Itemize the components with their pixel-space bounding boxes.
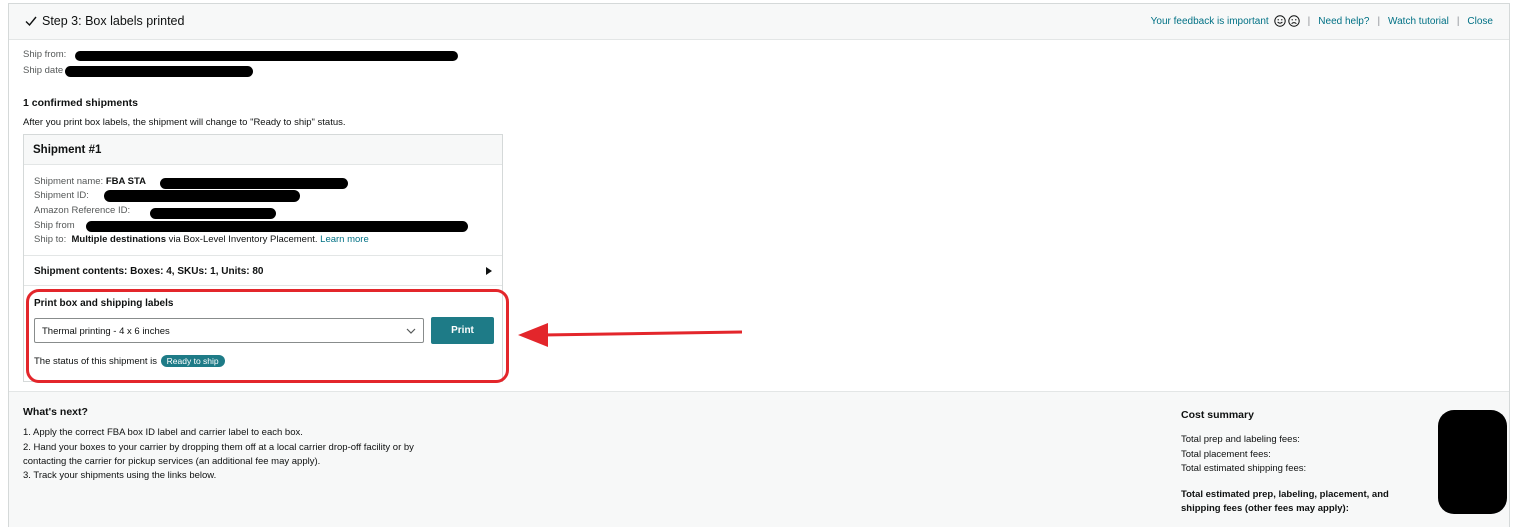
cost-item: Total estimated shipping fees: — [1181, 463, 1307, 474]
shipment-card-header: Shipment #1 — [24, 135, 502, 165]
whats-next-footer: What's next? 1. Apply the correct FBA bo… — [9, 391, 1509, 527]
redacted-ship-from — [75, 51, 458, 61]
shipment-heading: Shipment #1 — [33, 144, 102, 156]
ship-to-row: Ship to: Multiple destinations via Box-L… — [34, 234, 369, 245]
checkmark-icon — [25, 16, 37, 27]
header-links: Your feedback is important | Need help? … — [1151, 15, 1493, 27]
next-step-item: contacting the carrier for pickup servic… — [23, 456, 321, 467]
learn-more-link[interactable]: Learn more — [320, 234, 369, 245]
feedback-faces — [1273, 15, 1300, 27]
step-header: Step 3: Box labels printed Your feedback… — [9, 4, 1509, 40]
workflow-panel: Step 3: Box labels printed Your feedback… — [8, 3, 1510, 527]
cost-item: Total placement fees: — [1181, 449, 1271, 460]
shipment-name-value: FBA STA — [105, 176, 146, 187]
step-title: Step 3: Box labels printed — [42, 14, 185, 28]
ship-to-value: Multiple destinations — [71, 234, 166, 245]
redacted-shipment-id — [104, 190, 300, 202]
link-separator: | — [1377, 15, 1381, 27]
shipment-name-label: Shipment name: — [34, 176, 104, 187]
reference-id-row: Amazon Reference ID: — [34, 205, 130, 216]
cost-item: Total prep and labeling fees: — [1181, 434, 1300, 445]
ship-from-label: Ship from: — [23, 49, 67, 60]
ship-date-label: Ship date — [23, 65, 64, 76]
highlight-box — [26, 289, 509, 383]
next-step-item: 3. Track your shipments using the links … — [23, 470, 217, 481]
shipment-contents-summary: Shipment contents: Boxes: 4, SKUs: 1, Un… — [34, 266, 264, 277]
redacted-ship-date — [65, 66, 253, 77]
ship-from-row: Ship from — [34, 220, 75, 231]
confirmed-shipments-description: After you print box labels, the shipment… — [23, 117, 346, 128]
happy-face-icon[interactable] — [1273, 15, 1286, 27]
link-separator: | — [1307, 15, 1311, 27]
close-link[interactable]: Close — [1467, 16, 1493, 27]
shipment-id-row: Shipment ID: — [34, 190, 89, 201]
expand-arrow-icon[interactable] — [486, 267, 492, 275]
cost-total-label: Total estimated prep, labeling, placemen… — [1181, 489, 1389, 514]
next-step-item: 2. Hand your boxes to your carrier by dr… — [23, 442, 414, 453]
link-separator: | — [1456, 15, 1460, 27]
cost-summary-title: Cost summary — [1181, 409, 1254, 421]
card-ship-from-label: Ship from — [34, 220, 75, 231]
next-step-item: 1. Apply the correct FBA box ID label an… — [23, 427, 303, 438]
feedback-link[interactable]: Your feedback is important — [1151, 16, 1269, 27]
reference-id-label: Amazon Reference ID: — [34, 205, 131, 216]
ship-to-label: Ship to: — [34, 234, 67, 245]
watch-tutorial-link[interactable]: Watch tutorial — [1388, 16, 1449, 27]
ship-to-suffix: via Box-Level Inventory Placement. — [168, 234, 318, 245]
whats-next-title: What's next? — [23, 406, 88, 418]
redacted-cost-values — [1438, 410, 1507, 514]
need-help-link[interactable]: Need help? — [1318, 16, 1369, 27]
shipment-contents-row[interactable]: Shipment contents: Boxes: 4, SKUs: 1, Un… — [24, 255, 502, 286]
sad-face-icon[interactable] — [1287, 15, 1300, 27]
red-arrow-icon — [518, 323, 742, 347]
confirmed-shipments-title: 1 confirmed shipments — [23, 97, 138, 109]
shipment-name-row: Shipment name: FBA STA — [34, 176, 146, 187]
redacted-shipment-name — [160, 178, 348, 189]
shipment-id-label: Shipment ID: — [34, 190, 89, 201]
redacted-reference-id — [150, 208, 276, 219]
redacted-card-ship-from — [86, 221, 468, 232]
